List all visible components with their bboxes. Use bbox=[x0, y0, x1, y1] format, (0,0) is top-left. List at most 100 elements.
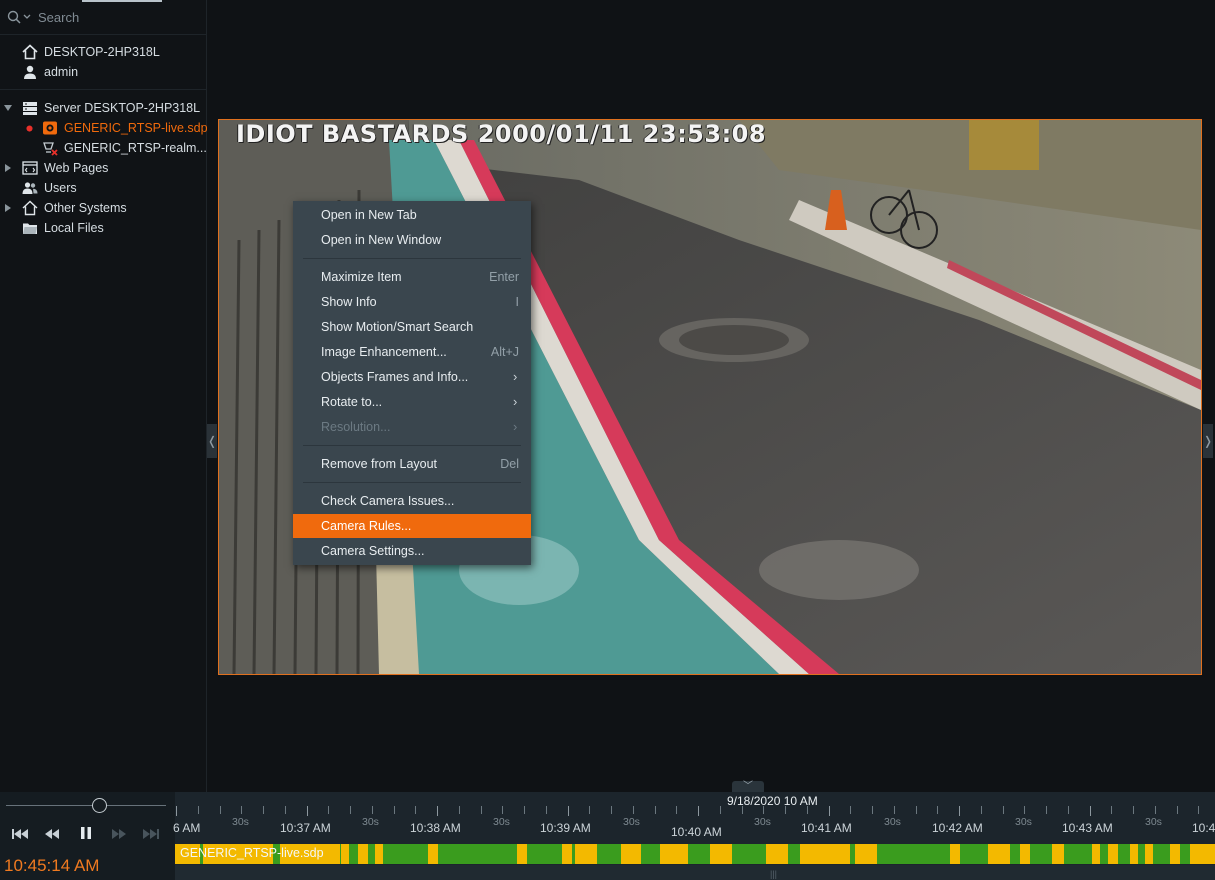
step-forward-button[interactable] bbox=[106, 826, 132, 846]
skip-back-icon bbox=[12, 829, 28, 839]
home-icon bbox=[22, 44, 38, 60]
timeline-tick bbox=[589, 806, 591, 814]
menu-image-enhancement[interactable]: Image Enhancement... Alt+J bbox=[293, 340, 531, 364]
timeline-label: 10:39 AM bbox=[540, 821, 591, 835]
timeline-label: 10:41 AM bbox=[801, 821, 852, 835]
chevron-down-icon[interactable] bbox=[23, 14, 31, 20]
user-icon bbox=[24, 65, 36, 79]
motion-segment bbox=[988, 844, 1010, 864]
system-name: DESKTOP-2HP318L bbox=[44, 45, 160, 59]
menu-check-camera-issues[interactable]: Check Camera Issues... bbox=[293, 489, 531, 513]
pause-button[interactable] bbox=[73, 826, 99, 846]
menu-item-label: Camera Settings... bbox=[321, 544, 425, 558]
menu-item-label: Objects Frames and Info... bbox=[321, 370, 469, 384]
camera-osd-text: IDIOT BASTARDS 2000/01/11 23:53:08 bbox=[236, 120, 767, 148]
menu-item-label: Open in New Window bbox=[321, 233, 442, 247]
menu-show-motion-search[interactable]: Show Motion/Smart Search bbox=[293, 315, 531, 339]
motion-segment bbox=[562, 844, 572, 864]
menu-camera-rules[interactable]: Camera Rules... bbox=[293, 514, 531, 538]
motion-segment bbox=[660, 844, 688, 864]
tree-item-label: GENERIC_RTSP-live.sdp bbox=[64, 121, 208, 135]
timeline[interactable]: 9/18/2020 10 AM 6 AM 10:37 AM 10:38 AM 1… bbox=[173, 792, 1215, 880]
menu-item-label: Show Info bbox=[321, 295, 377, 309]
motion-segment bbox=[950, 844, 960, 864]
timeline-tick bbox=[872, 806, 873, 814]
jump-to-live-button[interactable] bbox=[138, 826, 164, 846]
timeline-tick bbox=[632, 806, 634, 814]
menu-open-new-window[interactable]: Open in New Window bbox=[293, 228, 531, 252]
timeline-tick bbox=[654, 806, 656, 814]
timeline-tick bbox=[1176, 806, 1178, 814]
collapsed-arrow-icon[interactable] bbox=[3, 203, 13, 213]
menu-item-label: Check Camera Issues... bbox=[321, 494, 455, 508]
search-bar[interactable]: Search bbox=[0, 0, 206, 35]
menu-item-label: Remove from Layout bbox=[321, 457, 438, 471]
volume-slider-handle[interactable] bbox=[91, 798, 107, 813]
right-panel-toggle[interactable]: ❭ bbox=[1203, 424, 1213, 458]
timeline-sublabel: 30s bbox=[362, 816, 379, 828]
timeline-tick bbox=[502, 806, 504, 814]
tree-item-users[interactable]: Users bbox=[0, 178, 206, 198]
collapsed-arrow-icon[interactable] bbox=[3, 163, 13, 173]
expanded-arrow-icon[interactable] bbox=[3, 103, 13, 113]
jump-to-start-button[interactable] bbox=[7, 826, 33, 846]
resource-tree-panel: Search DESKTOP-2HP318L admin Server DESK… bbox=[0, 0, 208, 792]
menu-item-label: Show Motion/Smart Search bbox=[321, 320, 474, 334]
tree-item-camera-realm[interactable]: GENERIC_RTSP-realm... bbox=[0, 138, 207, 158]
camera-offline-icon bbox=[43, 142, 58, 156]
motion-segment bbox=[1190, 844, 1215, 864]
menu-rotate-to[interactable]: Rotate to... › bbox=[293, 390, 531, 414]
motion-segment bbox=[1145, 844, 1153, 864]
tree-item-label: Other Systems bbox=[44, 201, 127, 215]
timeline-tick bbox=[1024, 806, 1026, 814]
menu-item-label: Rotate to... bbox=[321, 395, 383, 409]
camera-context-menu: Open in New Tab Open in New Window Maxim… bbox=[293, 201, 531, 565]
menu-camera-settings[interactable]: Camera Settings... bbox=[293, 539, 531, 563]
users-icon bbox=[22, 182, 38, 194]
menu-maximize-item[interactable]: Maximize Item Enter bbox=[293, 265, 531, 289]
timeline-tick bbox=[328, 806, 330, 814]
timeline-label: 10:38 AM bbox=[410, 821, 461, 835]
timeline-tick bbox=[393, 806, 395, 814]
tree-item-camera-live[interactable]: GENERIC_RTSP-live.sdp bbox=[0, 118, 208, 138]
system-name-row[interactable]: DESKTOP-2HP318L bbox=[0, 42, 206, 62]
step-back-button[interactable] bbox=[39, 826, 65, 846]
volume-slider-track[interactable] bbox=[6, 805, 166, 806]
timeline-tick bbox=[980, 806, 982, 814]
chevron-right-icon: › bbox=[513, 419, 518, 434]
skip-forward-icon bbox=[143, 829, 159, 839]
search-input[interactable]: Search bbox=[38, 10, 79, 25]
timeline-tick bbox=[524, 806, 525, 814]
menu-open-new-tab[interactable]: Open in New Tab bbox=[293, 203, 531, 227]
tree-item-server[interactable]: Server DESKTOP-2HP318L bbox=[0, 98, 206, 118]
tree-item-web-pages[interactable]: Web Pages bbox=[0, 158, 206, 178]
menu-objects-frames[interactable]: Objects Frames and Info... › bbox=[293, 365, 531, 389]
menu-remove-from-layout[interactable]: Remove from Layout Del bbox=[293, 452, 531, 476]
tree-item-local-files[interactable]: Local Files bbox=[0, 218, 206, 238]
recording-track[interactable]: GENERIC_RTSP-live.sdp bbox=[175, 844, 1215, 864]
user-row[interactable]: admin bbox=[0, 62, 206, 82]
menu-item-label: Open in New Tab bbox=[321, 208, 417, 222]
camera-icon bbox=[43, 121, 57, 135]
timeline-tick bbox=[1154, 806, 1156, 814]
motion-segment bbox=[575, 844, 597, 864]
fast-forward-icon bbox=[112, 829, 126, 839]
timeline-label: 10:43 AM bbox=[1062, 821, 1113, 835]
left-panel-toggle[interactable]: ❬ bbox=[207, 424, 217, 458]
timeline-tick bbox=[719, 806, 721, 814]
menu-show-info[interactable]: Show Info I bbox=[293, 290, 531, 314]
timeline-tick bbox=[741, 806, 743, 814]
menu-separator bbox=[303, 482, 521, 483]
tree-item-other-systems[interactable]: Other Systems bbox=[0, 198, 206, 218]
timeline-tick bbox=[676, 806, 678, 814]
timeline-scrollbar[interactable]: ||| bbox=[175, 865, 1215, 880]
timeline-tick bbox=[1002, 806, 1004, 814]
search-icon[interactable] bbox=[7, 10, 23, 26]
active-tab-indicator bbox=[82, 0, 162, 2]
scrollbar-grip-icon[interactable]: ||| bbox=[770, 869, 777, 879]
timeline-label: 6 AM bbox=[173, 821, 201, 835]
timeline-tick bbox=[437, 806, 438, 816]
timeline-tick bbox=[415, 806, 417, 814]
other-systems-icon bbox=[22, 200, 38, 216]
motion-segment bbox=[428, 844, 438, 864]
